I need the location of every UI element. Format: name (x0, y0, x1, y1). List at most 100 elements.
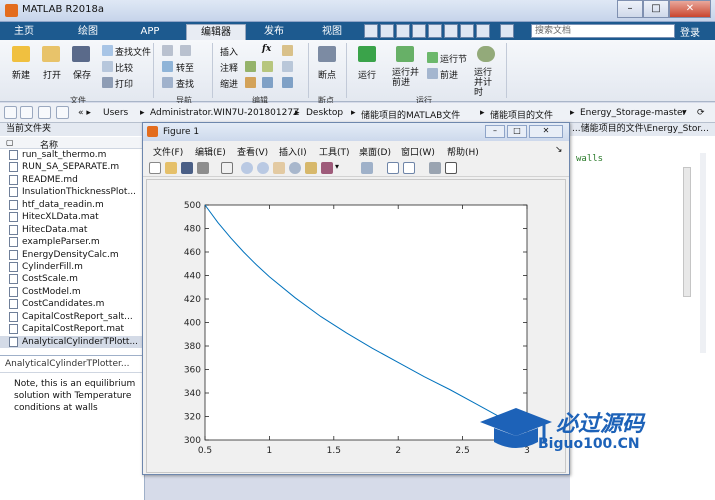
login-link[interactable]: 登录 (680, 24, 700, 39)
tab-editor[interactable]: 编辑器 (186, 24, 246, 40)
file-item[interactable]: CapitalCostReport.mat (0, 323, 145, 335)
brush-dropdown-icon[interactable]: ▾ (335, 162, 341, 174)
panel-divider[interactable] (0, 355, 145, 356)
breakpoints-icon[interactable] (318, 46, 336, 62)
quick-more-icon[interactable] (500, 24, 514, 38)
brush-icon[interactable] (321, 162, 333, 174)
new-figure-icon[interactable] (149, 162, 161, 174)
breadcrumb-item[interactable]: Desktop (306, 108, 343, 118)
comment-button[interactable]: 注释 (220, 61, 238, 74)
data-cursor-icon[interactable] (305, 162, 317, 174)
uncomment-icon[interactable] (262, 61, 273, 72)
breakpoints-button[interactable]: 断点 (318, 68, 336, 81)
run-time-icon[interactable] (477, 46, 495, 62)
figure-maximize-button[interactable]: □ (507, 125, 527, 138)
file-item[interactable]: README.md (0, 174, 145, 186)
sort-expand-icon[interactable]: ▢ (6, 138, 14, 147)
menu-tools[interactable]: 工具(T) (319, 145, 350, 158)
file-item[interactable]: InsulationThicknessPlot... (0, 186, 145, 198)
maximize-button[interactable]: □ (643, 0, 669, 18)
menu-file[interactable]: 文件(F) (153, 145, 183, 158)
breadcrumb-item[interactable]: Users (103, 108, 128, 118)
breadcrumb-item[interactable]: Administrator.WIN7U-20180127Z (150, 108, 299, 118)
new-icon[interactable] (12, 46, 30, 62)
quick-undo-icon[interactable] (428, 24, 442, 38)
up-folder-icon[interactable] (38, 106, 51, 119)
back-nav-icon[interactable] (162, 45, 173, 56)
search-input[interactable]: 搜索文档 (531, 24, 675, 38)
file-item[interactable]: exampleParser.m (0, 236, 145, 248)
editor-code-text[interactable]: walls (576, 154, 603, 164)
file-list[interactable]: run_salt_thermo.m RUN_SA_SEPARATE.m READ… (0, 149, 145, 348)
menu-insert[interactable]: 插入(I) (279, 145, 307, 158)
zoom-out-icon[interactable] (257, 162, 269, 174)
forward-arrow-icon[interactable] (20, 106, 33, 119)
editor-side-scrollbar[interactable] (700, 153, 706, 353)
file-item[interactable]: EnergyDensityCalc.m (0, 249, 145, 261)
run-button[interactable]: 运行 (358, 68, 376, 81)
pan-icon[interactable] (273, 162, 285, 174)
open-folder-icon[interactable] (42, 46, 60, 62)
new-button[interactable]: 新建 (12, 68, 30, 81)
browse-folder-icon[interactable] (56, 106, 69, 119)
file-item[interactable]: CostModel.m (0, 286, 145, 298)
run-advance-button[interactable]: 运行并前进 (392, 68, 420, 88)
file-item[interactable]: RUN_SA_SEPARATE.m (0, 161, 145, 173)
file-item[interactable]: CapitalCostReport_salt... (0, 311, 145, 323)
tab-plots[interactable]: 绘图 (68, 24, 108, 40)
wrap-icon[interactable] (282, 61, 293, 72)
breadcrumb-item[interactable]: 储能项目的MATLAB文件 (361, 108, 460, 121)
menu-help[interactable]: 帮助(H) (447, 145, 479, 158)
menu-edit[interactable]: 编辑(E) (195, 145, 226, 158)
insert-button[interactable]: 插入 (220, 45, 238, 58)
file-list-column-header[interactable]: ▢ 名称 (0, 137, 145, 151)
insert-menu-icon[interactable] (282, 45, 293, 56)
outdent-icon[interactable] (282, 77, 293, 88)
tab-view[interactable]: 视图 (312, 24, 352, 40)
quick-copy-icon[interactable] (396, 24, 410, 38)
tab-publish[interactable]: 发布 (254, 24, 294, 40)
editor-scrollbar[interactable] (683, 167, 691, 297)
find-button[interactable]: 查找 (176, 77, 194, 90)
figure-close-button[interactable]: ✕ (529, 125, 563, 138)
save-icon[interactable] (72, 46, 90, 62)
rotate-3d-icon[interactable] (289, 162, 301, 174)
indent-button[interactable]: 缩进 (220, 77, 238, 90)
file-item[interactable]: HitecData.mat (0, 224, 145, 236)
pointer-icon[interactable] (221, 162, 233, 174)
figure-minimize-button[interactable]: – (485, 125, 505, 138)
file-item[interactable]: CostCandidates.m (0, 298, 145, 310)
find-files-button[interactable]: 查找文件 (115, 45, 151, 58)
back-arrow-icon[interactable] (4, 106, 17, 119)
run-icon[interactable] (358, 46, 376, 62)
save-figure-icon[interactable] (181, 162, 193, 174)
link-plot-icon[interactable] (361, 162, 373, 174)
quick-help-icon[interactable] (476, 24, 490, 38)
run-advance-icon[interactable] (396, 46, 414, 62)
advance-button[interactable]: 前进 (440, 68, 458, 81)
menu-desktop[interactable]: 桌面(D) (359, 145, 391, 158)
minimize-button[interactable]: – (617, 0, 643, 18)
file-item[interactable]: CostScale.m (0, 273, 145, 285)
tab-home[interactable]: 主页 (4, 24, 44, 40)
open-file-icon[interactable] (165, 162, 177, 174)
save-button[interactable]: 保存 (73, 68, 91, 81)
comment-icon[interactable] (245, 61, 256, 72)
open-button[interactable]: 打开 (43, 68, 61, 81)
file-item[interactable]: CylinderFill.m (0, 261, 145, 273)
quick-redo-icon[interactable] (444, 24, 458, 38)
menu-dock-icon[interactable]: ↘ (555, 145, 563, 155)
zoom-in-icon[interactable] (241, 162, 253, 174)
print-button[interactable]: 打印 (115, 77, 133, 90)
menu-window[interactable]: 窗口(W) (401, 145, 435, 158)
show-plot-tools-icon[interactable] (445, 162, 457, 174)
breadcrumb-item[interactable]: Energy_Storage-master (580, 108, 686, 118)
compare-button[interactable]: 比较 (115, 61, 133, 74)
quick-paste-icon[interactable] (412, 24, 426, 38)
menu-view[interactable]: 查看(V) (237, 145, 268, 158)
file-item[interactable]: HitecXLData.mat (0, 211, 145, 223)
file-item[interactable]: htf_data_readin.m (0, 199, 145, 211)
run-section-button[interactable]: 运行节 (440, 52, 467, 65)
fx-button[interactable]: fx (262, 44, 271, 54)
tab-apps[interactable]: APP (130, 24, 170, 40)
